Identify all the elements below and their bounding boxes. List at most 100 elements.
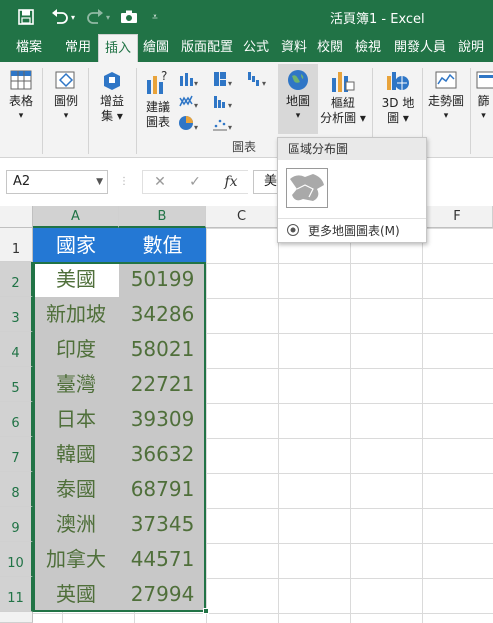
filters-button[interactable]: 篩 ▾ (474, 68, 493, 124)
pivot-chart-icon (332, 72, 355, 92)
svg-text:▾: ▾ (228, 101, 232, 110)
sparkline-icon (435, 71, 457, 89)
map-label: 地圖 (285, 94, 310, 108)
table-cell-country[interactable]: 澳洲 (33, 507, 119, 542)
table-cell-country[interactable]: 印度 (33, 332, 119, 367)
row-header-4[interactable]: 4 (0, 332, 33, 367)
table-cell-country[interactable]: 泰國 (33, 472, 119, 507)
ribbon-tabs: 檔案 常用 插入 繪圖 版面配置 公式 資料 校閱 檢視 開發人員 說明 (0, 34, 493, 62)
cancel-icon[interactable]: ✕ (150, 170, 170, 194)
tab-file[interactable]: 檔案 (8, 34, 50, 62)
save-icon[interactable] (14, 0, 38, 34)
recommended-charts-icon: ? (147, 69, 167, 94)
column-header-f[interactable]: F (422, 206, 493, 228)
line-chart-icon[interactable]: ▾ (178, 92, 200, 110)
tab-review[interactable]: 校閱 (312, 34, 348, 62)
table-cell-country[interactable]: 美國 (33, 262, 119, 297)
pivot-chart-button[interactable]: 樞紐 分析圖 ▾ (320, 68, 366, 126)
svg-text:▾: ▾ (228, 79, 232, 88)
table-label: 表格 (8, 94, 33, 108)
row-header-10[interactable]: 10 (0, 542, 33, 577)
row-header-8[interactable]: 8 (0, 472, 33, 507)
row-header-2[interactable]: 2 (0, 262, 33, 297)
enter-icon[interactable]: ✓ (185, 170, 205, 194)
tab-formulas[interactable]: 公式 (238, 34, 274, 62)
scatter-chart-icon[interactable]: ▾ (212, 114, 234, 132)
dropdown-separator (278, 218, 426, 219)
row-header-1[interactable]: 1 (0, 228, 33, 262)
addins-icon (104, 72, 120, 90)
column-chart-icon[interactable]: ▾ (178, 70, 200, 88)
tab-insert[interactable]: 插入 (98, 34, 138, 62)
3d-map-label-1: 3D 地 (381, 96, 415, 110)
insert-function-icon[interactable]: fx (220, 170, 242, 194)
camera-icon[interactable] (118, 0, 140, 34)
3d-map-label-2: 圖 ▾ (387, 111, 409, 125)
chevron-down-icon[interactable]: ▼ (96, 171, 103, 193)
table-cell-value[interactable]: 68791 (119, 472, 206, 507)
map-button[interactable]: 地圖 ▾ (278, 64, 318, 134)
name-box[interactable]: A2 ▼ (6, 170, 108, 194)
redo-icon[interactable]: ▾ (84, 0, 112, 34)
table-header-value[interactable]: 數值 (119, 228, 206, 262)
tab-draw[interactable]: 繪圖 (138, 34, 174, 62)
table-cell-value[interactable]: 34286 (119, 297, 206, 332)
table-cell-value[interactable]: 27994 (119, 577, 206, 612)
sparklines-button[interactable]: 走勢圖 ▾ (426, 68, 466, 124)
table-cell-country[interactable]: 臺灣 (33, 367, 119, 402)
map-arrow: ▾ (295, 111, 301, 121)
tab-help[interactable]: 說明 (452, 34, 490, 62)
table-cell-value[interactable]: 39309 (119, 402, 206, 437)
undo-icon[interactable]: ▾ (48, 0, 78, 34)
table-cell-country[interactable]: 新加坡 (33, 297, 119, 332)
illustrations-label: 圖例 (53, 94, 78, 108)
formula-input[interactable]: 美 (253, 170, 277, 194)
column-header-a[interactable]: A (33, 206, 119, 228)
tab-data[interactable]: 資料 (276, 34, 312, 62)
charts-group-label: 圖表 (232, 140, 257, 154)
svg-text:▾: ▾ (262, 79, 266, 88)
table-cell-country[interactable]: 英國 (33, 577, 119, 612)
tab-view[interactable]: 檢視 (350, 34, 386, 62)
tab-developer[interactable]: 開發人員 (390, 34, 450, 62)
row-header-3[interactable]: 3 (0, 297, 33, 332)
fill-handle[interactable] (203, 608, 209, 614)
table-header-country[interactable]: 國家 (33, 228, 119, 262)
hierarchy-chart-icon[interactable]: ▾ (212, 70, 234, 88)
select-all-corner[interactable] (0, 206, 33, 228)
table-cell-value[interactable]: 44571 (119, 542, 206, 577)
row-header-5[interactable]: 5 (0, 367, 33, 402)
table-cell-country[interactable]: 韓國 (33, 437, 119, 472)
row-header-6[interactable]: 6 (0, 402, 33, 437)
table-cell-value[interactable]: 50199 (119, 262, 206, 297)
row-header-11[interactable]: 11 (0, 577, 33, 612)
table-cell-value[interactable]: 37345 (119, 507, 206, 542)
table-cell-country[interactable]: 日本 (33, 402, 119, 437)
row-header-12[interactable] (0, 612, 33, 623)
row-header-9[interactable]: 9 (0, 507, 33, 542)
more-map-charts-item[interactable]: 更多地圖圖表(M) (286, 222, 400, 240)
more-map-charts-label: 更多地圖圖表(M) (308, 224, 400, 238)
pie-chart-icon[interactable]: ▾ (178, 114, 200, 132)
globe-icon (288, 70, 308, 90)
table-cell-value[interactable]: 36632 (119, 437, 206, 472)
addins-button[interactable]: 增益 集 ▾ (92, 68, 132, 124)
illustrations-button[interactable]: 圖例 ▾ (48, 68, 84, 124)
customize-qat-icon[interactable]: ⩡ (148, 0, 162, 34)
waterfall-chart-icon[interactable]: ▾ (246, 70, 268, 88)
statistic-chart-icon[interactable]: ▾ (212, 92, 234, 110)
row-header-7[interactable]: 7 (0, 437, 33, 472)
recommended-charts-button[interactable]: ? 建議 圖表 (140, 68, 176, 130)
table-button[interactable]: 表格 ▾ (4, 68, 38, 124)
table-cell-value[interactable]: 58021 (119, 332, 206, 367)
filled-map-option[interactable] (286, 168, 328, 208)
column-header-b[interactable]: B (119, 206, 206, 228)
illustrations-icon (55, 71, 75, 89)
table-cell-country[interactable]: 加拿大 (33, 542, 119, 577)
3d-map-button[interactable]: 3D 地 圖 ▾ (378, 68, 418, 126)
filters-arrow: ▾ (481, 111, 486, 121)
table-cell-value[interactable]: 22721 (119, 367, 206, 402)
column-header-c[interactable]: C (206, 206, 278, 228)
tab-page-layout[interactable]: 版面配置 (176, 34, 238, 62)
tab-home[interactable]: 常用 (58, 34, 98, 62)
